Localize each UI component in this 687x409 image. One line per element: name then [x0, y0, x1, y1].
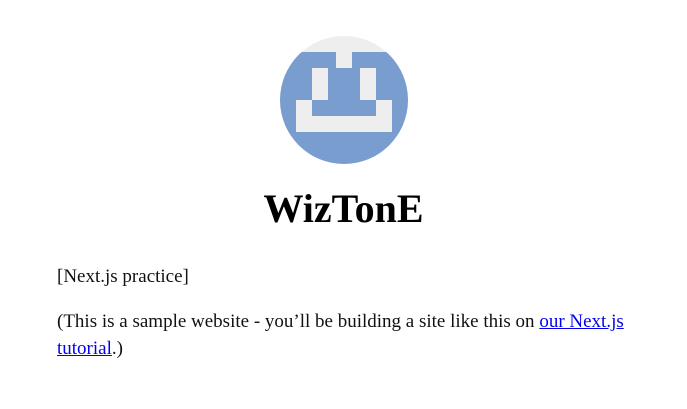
avatar	[279, 36, 408, 164]
site-header: WizTonE	[0, 36, 687, 233]
intro-text: (This is a sample website - you’ll be bu…	[57, 311, 540, 332]
main-content: [Next.js practice] (This is a sample web…	[57, 263, 637, 380]
intro-paragraph: (This is a sample website - you’ll be bu…	[57, 308, 637, 362]
tagline: [Next.js practice]	[57, 266, 189, 287]
site-title: WizTonE	[263, 186, 424, 231]
intro-text-end: .)	[111, 338, 123, 359]
